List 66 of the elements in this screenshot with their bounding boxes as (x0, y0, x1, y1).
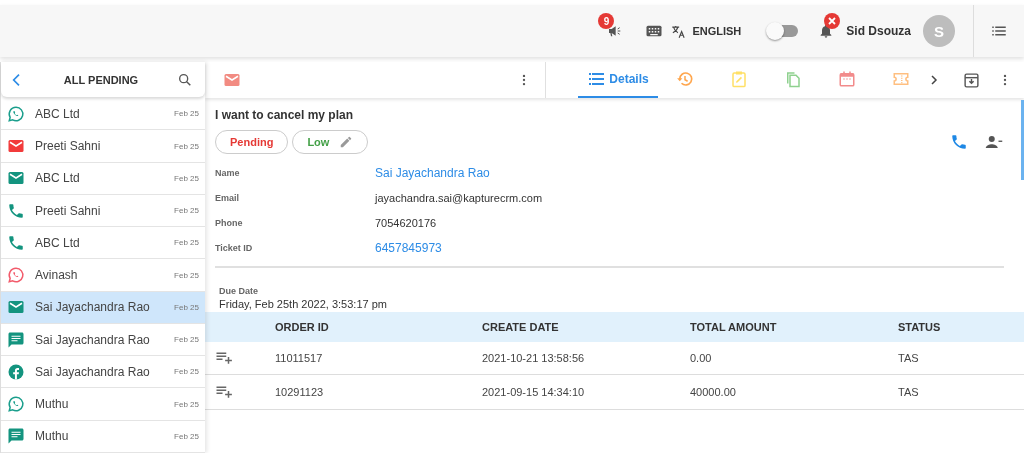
table-cell-text: 0.00 (690, 352, 713, 364)
table-cell-text: 11011517 (275, 352, 324, 364)
contact-name: Muthu (35, 429, 70, 444)
error-badge-icon (824, 13, 841, 29)
contact-name: Avinash (35, 268, 79, 283)
table-cell-text: 2021-09-15 14:34:10 (482, 386, 586, 398)
field-value: jayachandra.sai@kapturecrm.com (375, 191, 544, 204)
list-title: ALL PENDING (62, 73, 140, 86)
field-value: Friday, Feb 25th 2022, 3:53:17 pm (219, 298, 388, 310)
contact-name: ABC Ltd (35, 235, 81, 250)
table-cell-text: 10291123 (275, 386, 325, 398)
field-label: Name (215, 167, 241, 178)
contact-name: Preeti Sahni (35, 203, 102, 218)
item-date: Feb 25 (174, 431, 199, 441)
archive-icon[interactable] (963, 71, 980, 89)
language-label[interactable]: ENGLISH (692, 25, 742, 37)
item-date: Feb 25 (174, 141, 199, 151)
status-chip[interactable]: Pending (215, 130, 289, 154)
user-name[interactable]: Sid Dsouza (846, 24, 911, 38)
field-label: Phone (215, 217, 244, 228)
conversation-item[interactable]: ABC Ltd Feb 25 (1, 162, 205, 195)
table-cell-text: TAS (898, 352, 920, 364)
column-header: TOTAL AMOUNT (690, 321, 778, 333)
item-date: Feb 25 (174, 367, 199, 377)
column-header: CREATE DATE (482, 321, 560, 333)
toggle-switch[interactable] (768, 25, 799, 37)
conversation-item[interactable]: Muthu Feb 25 (1, 420, 205, 453)
contact-name: ABC Ltd (35, 171, 81, 186)
ticket-subject: I want to cancel my plan (215, 108, 355, 122)
table-cell-text: TAS (898, 386, 920, 398)
item-date: Feb 25 (174, 238, 199, 248)
search-icon[interactable] (177, 71, 193, 88)
contact-name: Sai Jayachandra Rao (35, 300, 151, 315)
item-date: Feb 25 (174, 173, 199, 183)
item-date: Feb 25 (174, 270, 199, 280)
field-link[interactable]: 6457845973 (375, 240, 1014, 255)
item-date: Feb 25 (174, 109, 199, 119)
translate-icon[interactable] (671, 23, 687, 39)
contact-name: Sai Jayachandra Rao (35, 364, 151, 379)
contact-name: Muthu (35, 397, 70, 412)
contact-name: Preeti Sahni (35, 139, 102, 154)
conversation-item[interactable]: Preeti Sahni Feb 25 (1, 130, 205, 163)
field-value: 7054620176 (375, 216, 438, 229)
remove-person-icon[interactable] (984, 133, 1004, 151)
chevron-right-icon[interactable] (928, 74, 940, 86)
column-header: STATUS (898, 321, 942, 333)
item-date: Feb 25 (174, 335, 199, 345)
item-date: Feb 25 (174, 399, 199, 409)
field-label: Ticket ID (215, 242, 254, 253)
conversation-item[interactable]: Sai Jayachandra Rao Feb 25 (1, 356, 205, 389)
column-header: ORDER ID (275, 321, 330, 333)
item-date: Feb 25 (174, 302, 199, 312)
details-tab[interactable]: Details (578, 62, 658, 98)
item-date: Feb 25 (174, 206, 199, 216)
conversation-item[interactable]: Sai Jayachandra Rao Feb 25 (1, 323, 205, 357)
pencil-icon[interactable] (339, 135, 354, 149)
table-cell-text: 2021-10-21 13:58:56 (482, 352, 586, 364)
notification-count: 9 (598, 13, 615, 29)
table-cell-text: 40000.00 (690, 386, 737, 398)
contact-name: Sai Jayachandra Rao (35, 332, 151, 347)
field-label: Email (215, 192, 240, 203)
field-link[interactable]: Sai Jayachandra Rao (375, 165, 1014, 180)
field-label: Due Date (219, 286, 259, 296)
phone-icon[interactable] (950, 133, 968, 151)
contact-name: ABC Ltd (35, 106, 81, 121)
conversation-item[interactable]: Sai Jayachandra Rao Feb 25 (1, 291, 205, 324)
